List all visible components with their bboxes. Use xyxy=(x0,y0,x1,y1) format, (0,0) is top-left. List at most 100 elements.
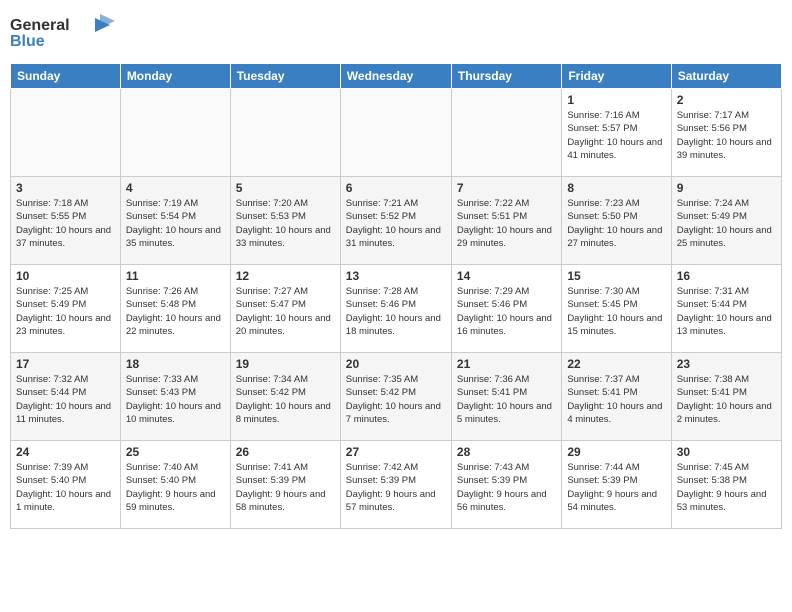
week-row-1: 1 Sunrise: 7:16 AMSunset: 5:57 PMDaylight… xyxy=(11,89,782,177)
day-number: 1 xyxy=(567,93,665,107)
day-info: Sunrise: 7:34 AMSunset: 5:42 PMDaylight:… xyxy=(236,373,335,426)
day-number: 29 xyxy=(567,445,665,459)
day-info: Sunrise: 7:19 AMSunset: 5:54 PMDaylight:… xyxy=(126,197,225,250)
day-info: Sunrise: 7:36 AMSunset: 5:41 PMDaylight:… xyxy=(457,373,556,426)
calendar-cell xyxy=(120,89,230,177)
day-info: Sunrise: 7:28 AMSunset: 5:46 PMDaylight:… xyxy=(346,285,446,338)
day-number: 10 xyxy=(16,269,115,283)
day-info: Sunrise: 7:21 AMSunset: 5:52 PMDaylight:… xyxy=(346,197,446,250)
header: General Blue xyxy=(10,10,782,55)
calendar-cell: 26Sunrise: 7:41 AMSunset: 5:39 PMDayligh… xyxy=(230,441,340,529)
week-row-3: 10 Sunrise: 7:25 AMSunset: 5:49 PMDayligh… xyxy=(11,265,782,353)
calendar-cell: 25 Sunrise: 7:40 AMSunset: 5:40 PMDayligh… xyxy=(120,441,230,529)
day-number: 26 xyxy=(236,445,335,459)
week-row-2: 3 Sunrise: 7:18 AMSunset: 5:55 PMDaylight… xyxy=(11,177,782,265)
day-info: Sunrise: 7:26 AMSunset: 5:48 PMDaylight:… xyxy=(126,285,225,338)
day-number: 16 xyxy=(677,269,776,283)
calendar-cell: 8 Sunrise: 7:23 AMSunset: 5:50 PMDaylight… xyxy=(562,177,671,265)
day-number: 12 xyxy=(236,269,335,283)
calendar-cell: 11 Sunrise: 7:26 AMSunset: 5:48 PMDayligh… xyxy=(120,265,230,353)
day-info: Sunrise: 7:16 AMSunset: 5:57 PMDaylight:… xyxy=(567,109,665,162)
calendar-cell: 29 Sunrise: 7:44 AMSunset: 5:39 PMDayligh… xyxy=(562,441,671,529)
calendar-cell: 17Sunrise: 7:32 AMSunset: 5:44 PMDayligh… xyxy=(11,353,121,441)
week-row-4: 17Sunrise: 7:32 AMSunset: 5:44 PMDayligh… xyxy=(11,353,782,441)
calendar-container: General Blue SundayMondayTuesdayWednesda… xyxy=(0,0,792,612)
day-info: Sunrise: 7:23 AMSunset: 5:50 PMDaylight:… xyxy=(567,197,665,250)
calendar-cell: 15 Sunrise: 7:30 AMSunset: 5:45 PMDayligh… xyxy=(562,265,671,353)
calendar-cell: 6 Sunrise: 7:21 AMSunset: 5:52 PMDaylight… xyxy=(340,177,451,265)
day-header-thursday: Thursday xyxy=(451,64,561,89)
day-number: 5 xyxy=(236,181,335,195)
day-number: 15 xyxy=(567,269,665,283)
calendar-cell: 5 Sunrise: 7:20 AMSunset: 5:53 PMDaylight… xyxy=(230,177,340,265)
calendar-cell: 10 Sunrise: 7:25 AMSunset: 5:49 PMDayligh… xyxy=(11,265,121,353)
day-info: Sunrise: 7:43 AMSunset: 5:39 PMDaylight:… xyxy=(457,461,556,514)
day-number: 3 xyxy=(16,181,115,195)
day-number: 7 xyxy=(457,181,556,195)
day-number: 4 xyxy=(126,181,225,195)
day-info: Sunrise: 7:40 AMSunset: 5:40 PMDaylight:… xyxy=(126,461,225,514)
day-info: Sunrise: 7:18 AMSunset: 5:55 PMDaylight:… xyxy=(16,197,115,250)
calendar-cell xyxy=(11,89,121,177)
svg-text:General: General xyxy=(10,17,70,34)
day-info: Sunrise: 7:31 AMSunset: 5:44 PMDaylight:… xyxy=(677,285,776,338)
day-info: Sunrise: 7:39 AMSunset: 5:40 PMDaylight:… xyxy=(16,461,115,514)
day-info: Sunrise: 7:42 AMSunset: 5:39 PMDaylight:… xyxy=(346,461,446,514)
calendar-header-row: SundayMondayTuesdayWednesdayThursdayFrid… xyxy=(11,64,782,89)
day-header-friday: Friday xyxy=(562,64,671,89)
day-number: 8 xyxy=(567,181,665,195)
logo-text: General Blue xyxy=(10,10,120,55)
day-number: 27 xyxy=(346,445,446,459)
day-info: Sunrise: 7:29 AMSunset: 5:46 PMDaylight:… xyxy=(457,285,556,338)
calendar-cell: 2Sunrise: 7:17 AMSunset: 5:56 PMDaylight… xyxy=(671,89,781,177)
day-info: Sunrise: 7:25 AMSunset: 5:49 PMDaylight:… xyxy=(16,285,115,338)
calendar-cell: 23Sunrise: 7:38 AMSunset: 5:41 PMDayligh… xyxy=(671,353,781,441)
day-info: Sunrise: 7:24 AMSunset: 5:49 PMDaylight:… xyxy=(677,197,776,250)
calendar-cell: 21Sunrise: 7:36 AMSunset: 5:41 PMDayligh… xyxy=(451,353,561,441)
day-number: 6 xyxy=(346,181,446,195)
day-info: Sunrise: 7:30 AMSunset: 5:45 PMDaylight:… xyxy=(567,285,665,338)
calendar-cell: 9 Sunrise: 7:24 AMSunset: 5:49 PMDaylight… xyxy=(671,177,781,265)
day-number: 20 xyxy=(346,357,446,371)
day-number: 14 xyxy=(457,269,556,283)
calendar-cell: 20 Sunrise: 7:35 AMSunset: 5:42 PMDayligh… xyxy=(340,353,451,441)
calendar-cell xyxy=(340,89,451,177)
calendar-cell: 1 Sunrise: 7:16 AMSunset: 5:57 PMDaylight… xyxy=(562,89,671,177)
calendar-cell: 19Sunrise: 7:34 AMSunset: 5:42 PMDayligh… xyxy=(230,353,340,441)
day-info: Sunrise: 7:35 AMSunset: 5:42 PMDaylight:… xyxy=(346,373,446,426)
calendar-cell: 24 Sunrise: 7:39 AMSunset: 5:40 PMDayligh… xyxy=(11,441,121,529)
day-info: Sunrise: 7:44 AMSunset: 5:39 PMDaylight:… xyxy=(567,461,665,514)
calendar-body: 1 Sunrise: 7:16 AMSunset: 5:57 PMDaylight… xyxy=(11,89,782,529)
day-number: 22 xyxy=(567,357,665,371)
day-number: 11 xyxy=(126,269,225,283)
calendar-cell: 4 Sunrise: 7:19 AMSunset: 5:54 PMDaylight… xyxy=(120,177,230,265)
day-header-tuesday: Tuesday xyxy=(230,64,340,89)
day-number: 9 xyxy=(677,181,776,195)
svg-text:Blue: Blue xyxy=(10,33,45,50)
day-number: 25 xyxy=(126,445,225,459)
day-info: Sunrise: 7:33 AMSunset: 5:43 PMDaylight:… xyxy=(126,373,225,426)
day-info: Sunrise: 7:20 AMSunset: 5:53 PMDaylight:… xyxy=(236,197,335,250)
day-number: 2 xyxy=(677,93,776,107)
calendar-cell: 7 Sunrise: 7:22 AMSunset: 5:51 PMDaylight… xyxy=(451,177,561,265)
calendar-cell: 30 Sunrise: 7:45 AMSunset: 5:38 PMDayligh… xyxy=(671,441,781,529)
calendar-cell: 14 Sunrise: 7:29 AMSunset: 5:46 PMDayligh… xyxy=(451,265,561,353)
calendar-cell: 3 Sunrise: 7:18 AMSunset: 5:55 PMDaylight… xyxy=(11,177,121,265)
calendar-cell: 22 Sunrise: 7:37 AMSunset: 5:41 PMDayligh… xyxy=(562,353,671,441)
day-number: 24 xyxy=(16,445,115,459)
day-info: Sunrise: 7:37 AMSunset: 5:41 PMDaylight:… xyxy=(567,373,665,426)
week-row-5: 24 Sunrise: 7:39 AMSunset: 5:40 PMDayligh… xyxy=(11,441,782,529)
calendar-cell: 18 Sunrise: 7:33 AMSunset: 5:43 PMDayligh… xyxy=(120,353,230,441)
day-info: Sunrise: 7:27 AMSunset: 5:47 PMDaylight:… xyxy=(236,285,335,338)
calendar-cell: 13Sunrise: 7:28 AMSunset: 5:46 PMDayligh… xyxy=(340,265,451,353)
day-number: 30 xyxy=(677,445,776,459)
day-header-sunday: Sunday xyxy=(11,64,121,89)
day-header-wednesday: Wednesday xyxy=(340,64,451,89)
day-info: Sunrise: 7:32 AMSunset: 5:44 PMDaylight:… xyxy=(16,373,115,426)
day-number: 18 xyxy=(126,357,225,371)
day-info: Sunrise: 7:22 AMSunset: 5:51 PMDaylight:… xyxy=(457,197,556,250)
day-info: Sunrise: 7:45 AMSunset: 5:38 PMDaylight:… xyxy=(677,461,776,514)
calendar-cell: 27 Sunrise: 7:42 AMSunset: 5:39 PMDayligh… xyxy=(340,441,451,529)
calendar-cell: 12 Sunrise: 7:27 AMSunset: 5:47 PMDayligh… xyxy=(230,265,340,353)
calendar-cell: 28Sunrise: 7:43 AMSunset: 5:39 PMDayligh… xyxy=(451,441,561,529)
